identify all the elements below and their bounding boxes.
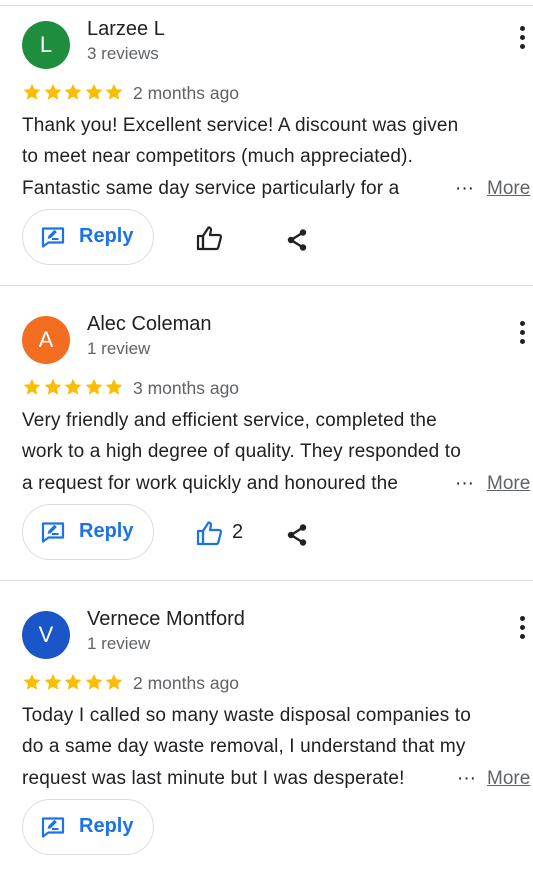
review-text-line: Very friendly and efficient service, com… (22, 410, 437, 431)
star-icon (44, 378, 62, 395)
review-date: 2 months ago (133, 673, 240, 693)
more-options-icon[interactable] (514, 321, 530, 351)
more-options-icon[interactable] (514, 616, 530, 646)
star-rating (22, 82, 125, 104)
review-text-line: a request for work quickly and honoured … (22, 473, 399, 494)
thumbs-up-icon[interactable] (196, 520, 224, 546)
review-divider (0, 285, 533, 286)
star-icon (105, 83, 123, 100)
share-icon[interactable] (285, 228, 309, 252)
review-card: L Larzee L 3 reviews 2 months ago Thank … (0, 6, 533, 301)
reply-label: Reply (79, 520, 134, 542)
truncation-ellipsis: ··· (455, 473, 474, 494)
more-link[interactable]: More (487, 178, 530, 200)
star-icon (105, 673, 123, 690)
review-text-line: work to a high degree of quality. They r… (22, 441, 461, 462)
review-count: 3 reviews (87, 44, 159, 63)
reply-label: Reply (79, 225, 134, 247)
star-icon (85, 83, 103, 100)
star-icon (64, 83, 82, 100)
reviewer-name[interactable]: Larzee L (87, 18, 165, 41)
reply-label: Reply (79, 815, 134, 837)
reply-button[interactable]: Reply (22, 799, 154, 855)
more-link[interactable]: More (487, 768, 530, 790)
review-text-line: request was last minute but I was desper… (22, 768, 405, 789)
reply-icon (41, 522, 65, 543)
star-icon (85, 378, 103, 395)
review-count: 1 review (87, 634, 151, 653)
truncation-ellipsis: ··· (457, 768, 476, 789)
review-card: V Vernece Montford 1 review 2 months ago… (0, 596, 533, 891)
star-rating (22, 377, 125, 399)
star-icon (64, 673, 82, 690)
reply-icon (41, 227, 65, 248)
review-text-line: do a same day waste removal, I understan… (22, 736, 466, 757)
review-count: 1 review (87, 339, 151, 358)
review-text-line: Today I called so many waste disposal co… (22, 705, 471, 726)
review-text-line: to meet near competitors (much appreciat… (22, 146, 413, 167)
star-icon (64, 378, 82, 395)
star-icon (105, 378, 123, 395)
avatar[interactable]: A (22, 316, 70, 364)
star-rating (22, 672, 125, 694)
star-icon (23, 673, 41, 690)
star-icon (23, 83, 41, 100)
truncation-ellipsis: ··· (455, 178, 474, 199)
thumbs-up-icon[interactable] (196, 225, 224, 251)
reviewer-name[interactable]: Alec Coleman (87, 313, 212, 336)
more-link[interactable]: More (487, 473, 530, 495)
review-date: 3 months ago (133, 378, 240, 398)
review-text-line: Fantastic same day service particularly … (22, 178, 400, 199)
more-options-icon[interactable] (514, 26, 530, 56)
review-card: A Alec Coleman 1 review 3 months ago Ver… (0, 301, 533, 596)
star-icon (85, 673, 103, 690)
reviewer-name[interactable]: Vernece Montford (87, 608, 245, 631)
avatar[interactable]: L (22, 21, 70, 69)
star-icon (23, 378, 41, 395)
avatar[interactable]: V (22, 611, 70, 659)
star-icon (44, 673, 62, 690)
reply-icon (41, 817, 65, 838)
review-date: 2 months ago (133, 83, 240, 103)
review-divider (0, 580, 533, 581)
review-text-line: Thank you! Excellent service! A discount… (22, 115, 459, 136)
like-count: 2 (232, 521, 244, 543)
reply-button[interactable]: Reply (22, 209, 154, 265)
reply-button[interactable]: Reply (22, 504, 154, 560)
share-icon[interactable] (285, 523, 309, 547)
star-icon (44, 83, 62, 100)
